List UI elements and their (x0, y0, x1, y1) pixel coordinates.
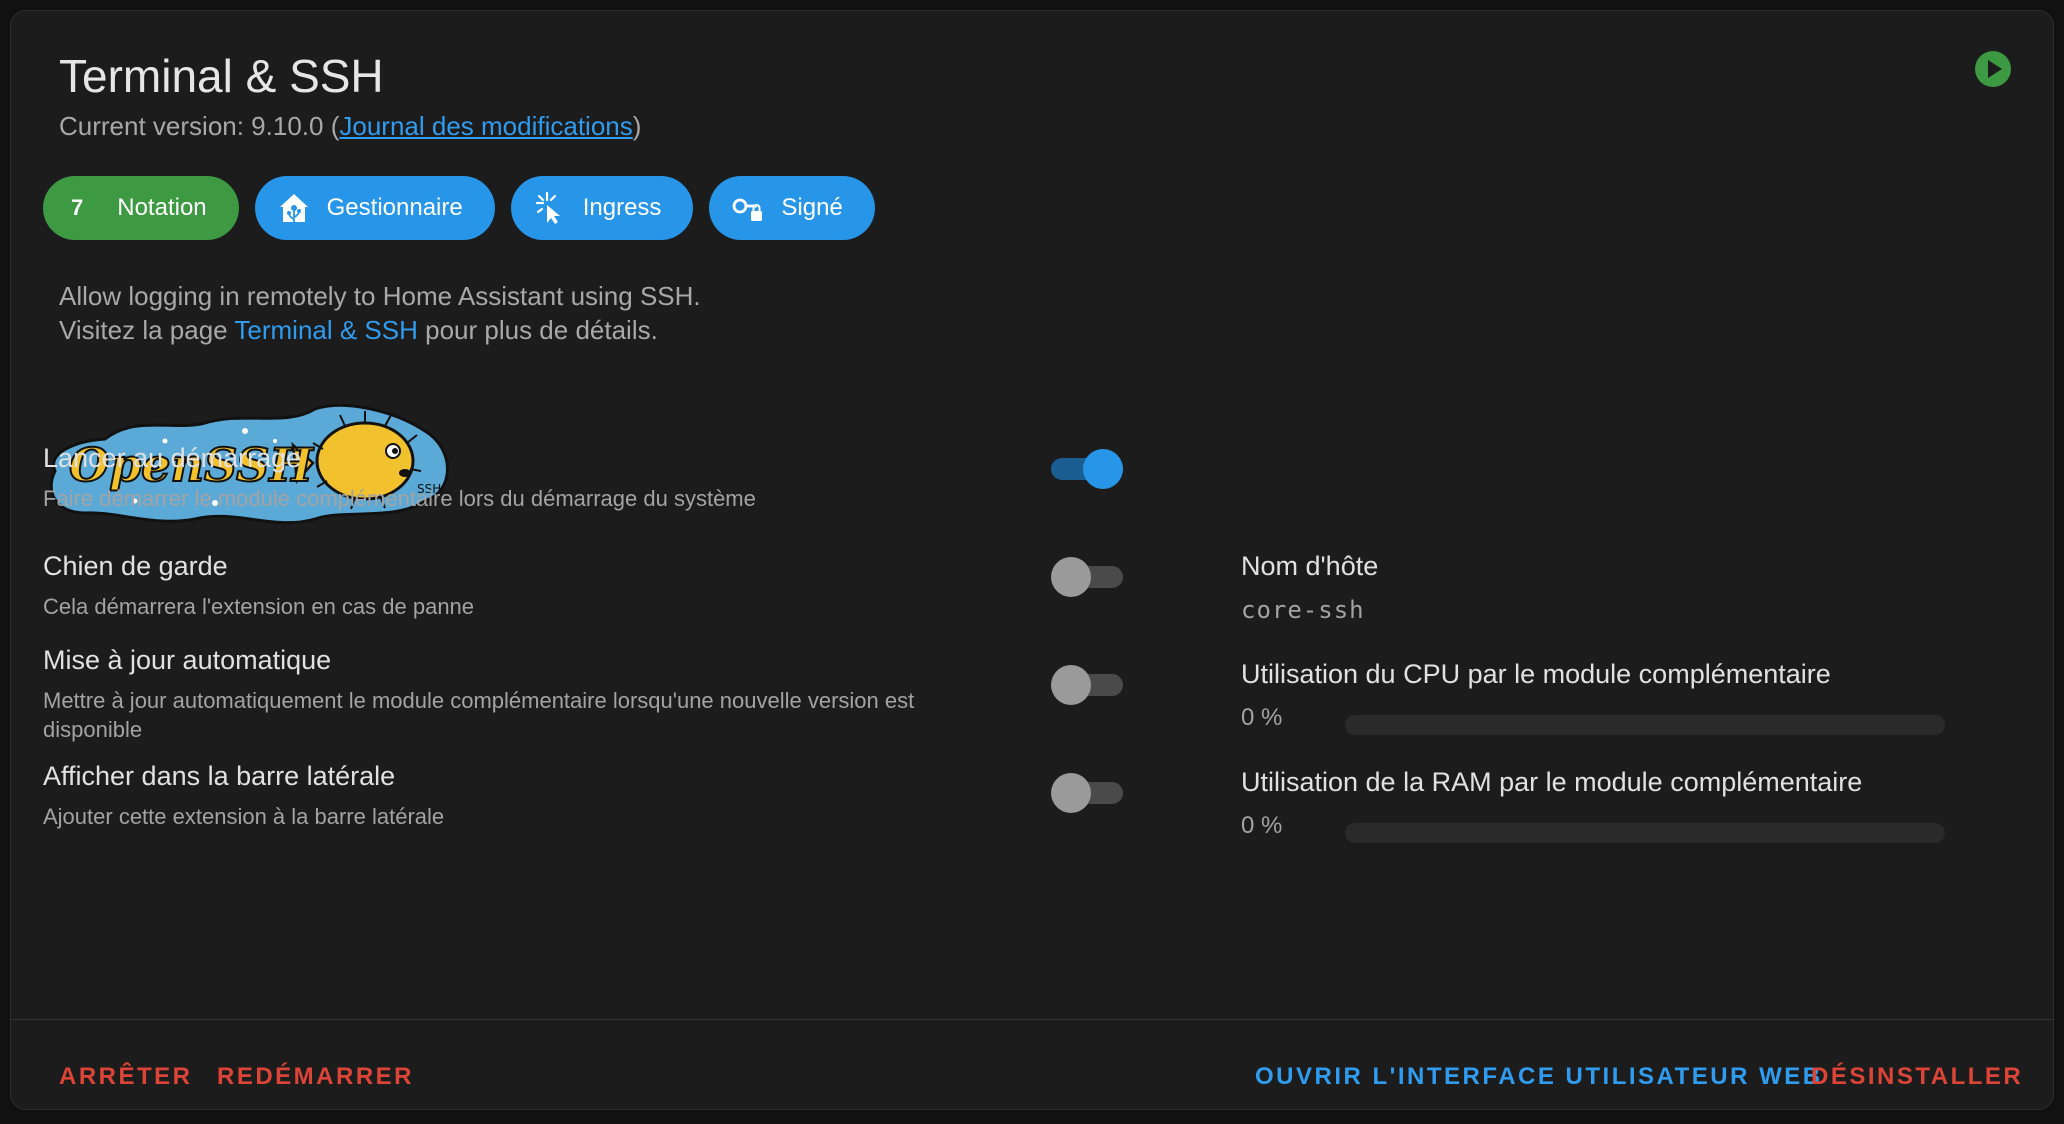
cpu-usage-stat: Utilisation du CPU par le module complém… (1241, 659, 1945, 735)
toggle-knob (1051, 773, 1091, 813)
toggle-knob (1051, 665, 1091, 705)
option-label: Mise à jour automatique (43, 645, 332, 675)
open-web-ui-button[interactable]: OUVRIR L'INTERFACE UTILISATEUR WEB (1255, 1063, 1823, 1091)
option-label: Afficher dans la barre latérale (43, 761, 396, 791)
manager-chip[interactable]: Gestionnaire (254, 176, 495, 240)
card-actions-divider (11, 1019, 2053, 1020)
version-suffix: ) (632, 111, 642, 141)
option-auto-update: Mise à jour automatique Mettre à jour au… (43, 645, 993, 744)
rating-chip[interactable]: 7 Notation (43, 176, 239, 240)
description-line-1: Allow logging in remotely to Home Assist… (59, 281, 701, 311)
auto-update-toggle[interactable] (1051, 665, 1123, 705)
watchdog-toggle[interactable] (1051, 557, 1123, 597)
signed-chip[interactable]: Signé (709, 176, 875, 240)
option-subtitle: Ajouter cette extension à la barre latér… (43, 804, 445, 829)
docs-link[interactable]: Terminal & SSH (234, 315, 418, 345)
stop-button[interactable]: ARRÊTER (59, 1063, 193, 1091)
hostname-value: core-ssh (1241, 596, 1365, 624)
uninstall-button[interactable]: DÉSINSTALLER (1811, 1063, 2023, 1091)
toggle-knob (1051, 557, 1091, 597)
key-lock-icon (731, 191, 765, 225)
option-subtitle: Mettre à jour automatiquement le module … (43, 688, 915, 742)
hostname-stat: Nom d'hôte core-ssh (1241, 551, 1378, 624)
toggle-knob (1083, 449, 1123, 489)
rating-number: 7 (71, 195, 84, 220)
addon-info-card: Terminal & SSH Current version: 9.10.0 (… (10, 10, 2054, 1110)
hostname-label: Nom d'hôte (1241, 551, 1379, 581)
cpu-usage-label: Utilisation du CPU par le module complém… (1241, 659, 1831, 689)
option-label: Lancer au démarrage (43, 443, 302, 473)
option-start-on-boot: Lancer au démarrage Faire démarrer le mo… (43, 443, 993, 513)
changelog-link[interactable]: Journal des modifications (339, 111, 632, 141)
ram-usage-label: Utilisation de la RAM par le module comp… (1241, 767, 1863, 797)
option-show-in-sidebar: Afficher dans la barre latérale Ajouter … (43, 761, 993, 831)
description-line-2: Visitez la page Terminal & SSH pour plus… (59, 313, 701, 347)
manager-chip-label: Gestionnaire (326, 194, 463, 221)
option-subtitle: Faire démarrer le module complémentaire … (43, 486, 756, 511)
home-assistant-icon (277, 191, 311, 225)
description-prefix: Visitez la page (59, 315, 235, 345)
rating-chip-label: Notation (117, 194, 207, 221)
ram-usage-bar (1345, 823, 1945, 843)
ingress-chip-label: Ingress (582, 194, 662, 221)
ingress-chip[interactable]: Ingress (510, 176, 694, 240)
option-watchdog: Chien de garde Cela démarrera l'extensio… (43, 551, 993, 621)
signed-chip-label: Signé (781, 194, 843, 221)
badge-row: 7 Notation Gestionnaire Ingress Signé (43, 176, 875, 240)
addon-description: Allow logging in remotely to Home Assist… (59, 279, 701, 347)
cpu-usage-bar (1345, 715, 1945, 735)
page-title: Terminal & SSH (59, 50, 384, 102)
ram-usage-stat: Utilisation de la RAM par le module comp… (1241, 767, 1945, 843)
option-label: Chien de garde (43, 551, 228, 581)
description-suffix: pour plus de détails. (417, 315, 658, 345)
version-text: Current version: 9.10.0 (Journal des mod… (59, 111, 641, 142)
show-in-sidebar-toggle[interactable] (1051, 773, 1123, 813)
restart-button[interactable]: REDÉMARRER (217, 1063, 414, 1091)
play-circle-icon (1975, 51, 2011, 87)
option-subtitle: Cela démarrera l'extension en cas de pan… (43, 594, 475, 619)
cursor-click-icon (533, 191, 567, 225)
start-on-boot-toggle[interactable] (1051, 449, 1123, 489)
version-prefix: Current version: 9.10.0 ( (59, 111, 340, 141)
